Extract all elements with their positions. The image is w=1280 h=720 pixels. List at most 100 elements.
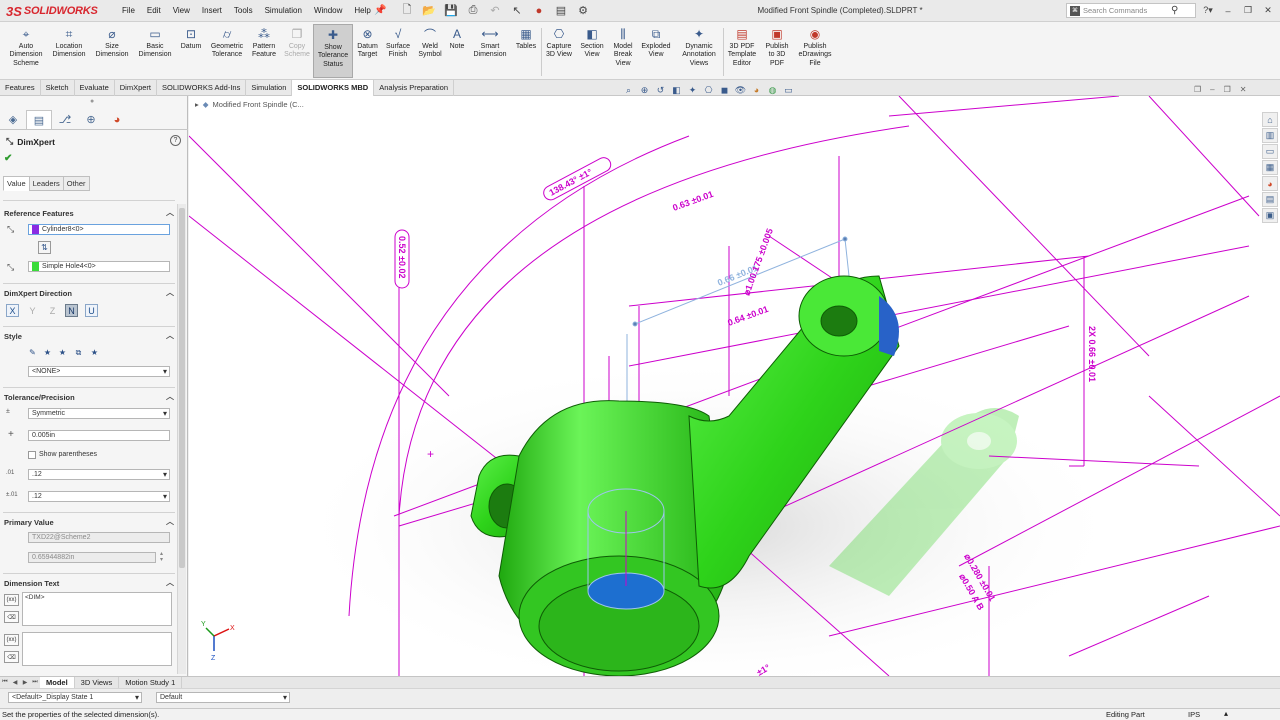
publish-3d-pdf-button[interactable]: ▣ Publish to 3D PDF [761,26,793,68]
datum-button[interactable]: ⊡ Datum [177,26,205,51]
first-tab-icon[interactable]: ⏮ [0,677,10,688]
geometric-tolerance-button[interactable]: ⌭ Geometric Tolerance [207,26,247,60]
dimension-052-label[interactable]: 0.52 ±0.02 [394,229,410,289]
swap-features-icon[interactable]: ⇅ [38,241,51,254]
reference-features-header[interactable]: Reference Features ︿ [4,207,174,218]
collapse-chevron-icon[interactable]: ︿ [166,516,174,527]
tab-simulation[interactable]: Simulation [246,80,293,96]
dimension-value-icon-2[interactable]: (xx) [4,634,19,646]
datum-target-button[interactable]: ⊗ Datum Target [354,26,381,60]
save-style-icon[interactable]: ⧉ [72,346,85,359]
units-chevron-up-icon[interactable]: ▴ [1224,709,1228,718]
open-folder-icon[interactable]: 📂 [420,3,438,18]
dimension-clear-icon[interactable]: ⌫ [4,611,19,623]
zoom-to-area-icon[interactable]: ⊕ [638,84,651,96]
tab-leaders[interactable]: Leaders [28,176,64,191]
configuration-select[interactable]: Default [156,692,290,703]
file-properties-icon[interactable]: ▤ [552,3,570,18]
design-library-icon[interactable]: ▥ [1262,128,1278,143]
primary-precision-select[interactable]: .12 [28,469,170,480]
prev-tab-icon[interactable]: ◀ [10,677,20,688]
update-style-icon[interactable]: ★ [56,346,69,359]
solidworks-forum-icon[interactable]: ▣ [1262,208,1278,223]
section-view-hud-icon[interactable]: ◧ [670,84,683,96]
tab-sketch[interactable]: Sketch [41,80,75,96]
tab-solidworks-add-ins[interactable]: SOLIDWORKS Add-Ins [157,80,247,96]
collapse-chevron-icon[interactable]: ︿ [166,391,174,402]
search-icon[interactable]: ⚲ [1171,5,1178,16]
save-icon[interactable]: 💾 [442,3,460,18]
rebuild-icon[interactable]: ● [530,3,548,18]
reference-feature-1-field[interactable]: Cylinder8<0> [28,224,170,235]
panel-scroll-thumb[interactable] [179,208,185,568]
publish-edrawings-button[interactable]: ◉ Publish eDrawings File [795,26,835,68]
dimension-2x066-text[interactable]: 2X 0.66 ±0.01 [1087,326,1097,382]
auto-dimension-scheme-button[interactable]: ⌖ Auto Dimension Scheme [6,26,46,68]
add-style-icon[interactable]: ★ [41,346,54,359]
tab-3d-views[interactable]: 3D Views [75,677,120,688]
dimension-text-area-bottom[interactable] [22,632,172,666]
pin-menu-icon[interactable]: 📌 [374,5,386,16]
menu-file[interactable]: File [116,4,141,17]
tolerance-value-input[interactable]: 0.005in [28,430,170,441]
restore-icon[interactable]: ❐ [1238,3,1258,18]
exploded-view-button[interactable]: ⧉ Exploded View [639,26,673,60]
breadcrumb-expand-icon[interactable]: ▸ [195,100,199,109]
view-settings-icon[interactable]: ▭ [782,84,795,96]
weld-symbol-button[interactable]: ⌒ Weld Symbol [416,26,444,60]
collapse-chevron-icon[interactable]: ︿ [166,330,174,341]
display-manager-tab-icon[interactable]: ◕ [104,110,130,129]
search-commands-box[interactable]: ⌘ ⚲ [1066,3,1196,18]
property-manager-tab-icon[interactable]: ▤ [26,110,52,129]
reference-feature-2-field[interactable]: Simple Hole4<0> [28,261,170,272]
show-parentheses-checkbox[interactable] [28,451,36,459]
model-break-view-button[interactable]: ⫼ Model Break View [609,26,637,68]
zoom-to-fit-icon[interactable]: ⌕ [622,84,635,96]
search-input[interactable] [1083,6,1171,15]
collapse-chevron-icon[interactable]: ︿ [166,287,174,298]
direction-u-button[interactable]: U [85,304,98,317]
solidworks-logo[interactable]: 3S SOLIDWORKS [6,3,98,19]
copy-scheme-button[interactable]: ❐ Copy Scheme [282,26,312,60]
smart-dimension-button[interactable]: ⟷ Smart Dimension [470,26,510,60]
dimension-text-area-top[interactable]: <DIM> [22,592,172,626]
tab-value[interactable]: Value [3,176,30,191]
collapse-chevron-icon[interactable]: ︿ [166,207,174,218]
panel-grip-icon[interactable]: ● [90,98,94,105]
solidworks-resources-icon[interactable]: ⌂ [1262,112,1278,127]
pattern-feature-button[interactable]: ⁂ Pattern Feature [248,26,280,60]
menu-simulation[interactable]: Simulation [259,4,308,17]
dynamic-annotation-hud-icon[interactable]: ✦ [686,84,699,96]
tolerance-precision-header[interactable]: Tolerance/Precision ︿ [4,391,174,402]
basic-dimension-button[interactable]: ▭ Basic Dimension [135,26,175,60]
tab-analysis-preparation[interactable]: Analysis Preparation [374,80,455,96]
note-button[interactable]: A Note [446,26,468,51]
collapse-chevron-icon[interactable]: ︿ [166,577,174,588]
minimize-icon[interactable]: – [1218,3,1238,18]
menu-help[interactable]: Help [348,4,376,17]
graphics-viewport[interactable]: 138.43° ±1° 0.63 ±0.01 0.52 ±0.02 0.64 ±… [189,96,1280,676]
tab-evaluate[interactable]: Evaluate [75,80,115,96]
style-header[interactable]: Style ︿ [4,330,174,341]
apply-default-style-icon[interactable]: ✎ [26,346,39,359]
undo-icon[interactable]: ↶ [486,3,504,18]
capture-3d-view-button[interactable]: ⎔ Capture 3D View [543,26,575,60]
file-explorer-icon[interactable]: ▭ [1262,144,1278,159]
direction-y-button[interactable]: Y [26,304,39,317]
menu-insert[interactable]: Insert [196,4,228,17]
view-palette-icon[interactable]: ▦ [1262,160,1278,175]
viewport-tile-icon[interactable]: ❐ [1194,85,1201,94]
tab-solidworks-mbd[interactable]: SOLIDWORKS MBD [292,80,375,96]
view-orientation-icon[interactable]: ⎔ [702,84,715,96]
dimension-value-icon[interactable]: (xx) [4,594,19,606]
ok-checkmark-icon[interactable]: ✔ [4,153,12,164]
feature-breadcrumb[interactable]: ▸ ◆ Modified Front Spindle (C... [195,100,304,109]
dimension-063-text[interactable]: 0.63 ±0.01 [671,189,714,213]
location-dimension-button[interactable]: ⌗ Location Dimension [49,26,89,60]
dimension-064-text[interactable]: 0.64 ±0.01 [726,304,769,328]
menu-window[interactable]: Window [308,4,348,17]
menu-view[interactable]: View [167,4,196,17]
new-document-icon[interactable]: 🗋 [398,3,416,18]
surface-finish-button[interactable]: √ Surface Finish [383,26,413,60]
tab-features[interactable]: Features [0,80,41,96]
